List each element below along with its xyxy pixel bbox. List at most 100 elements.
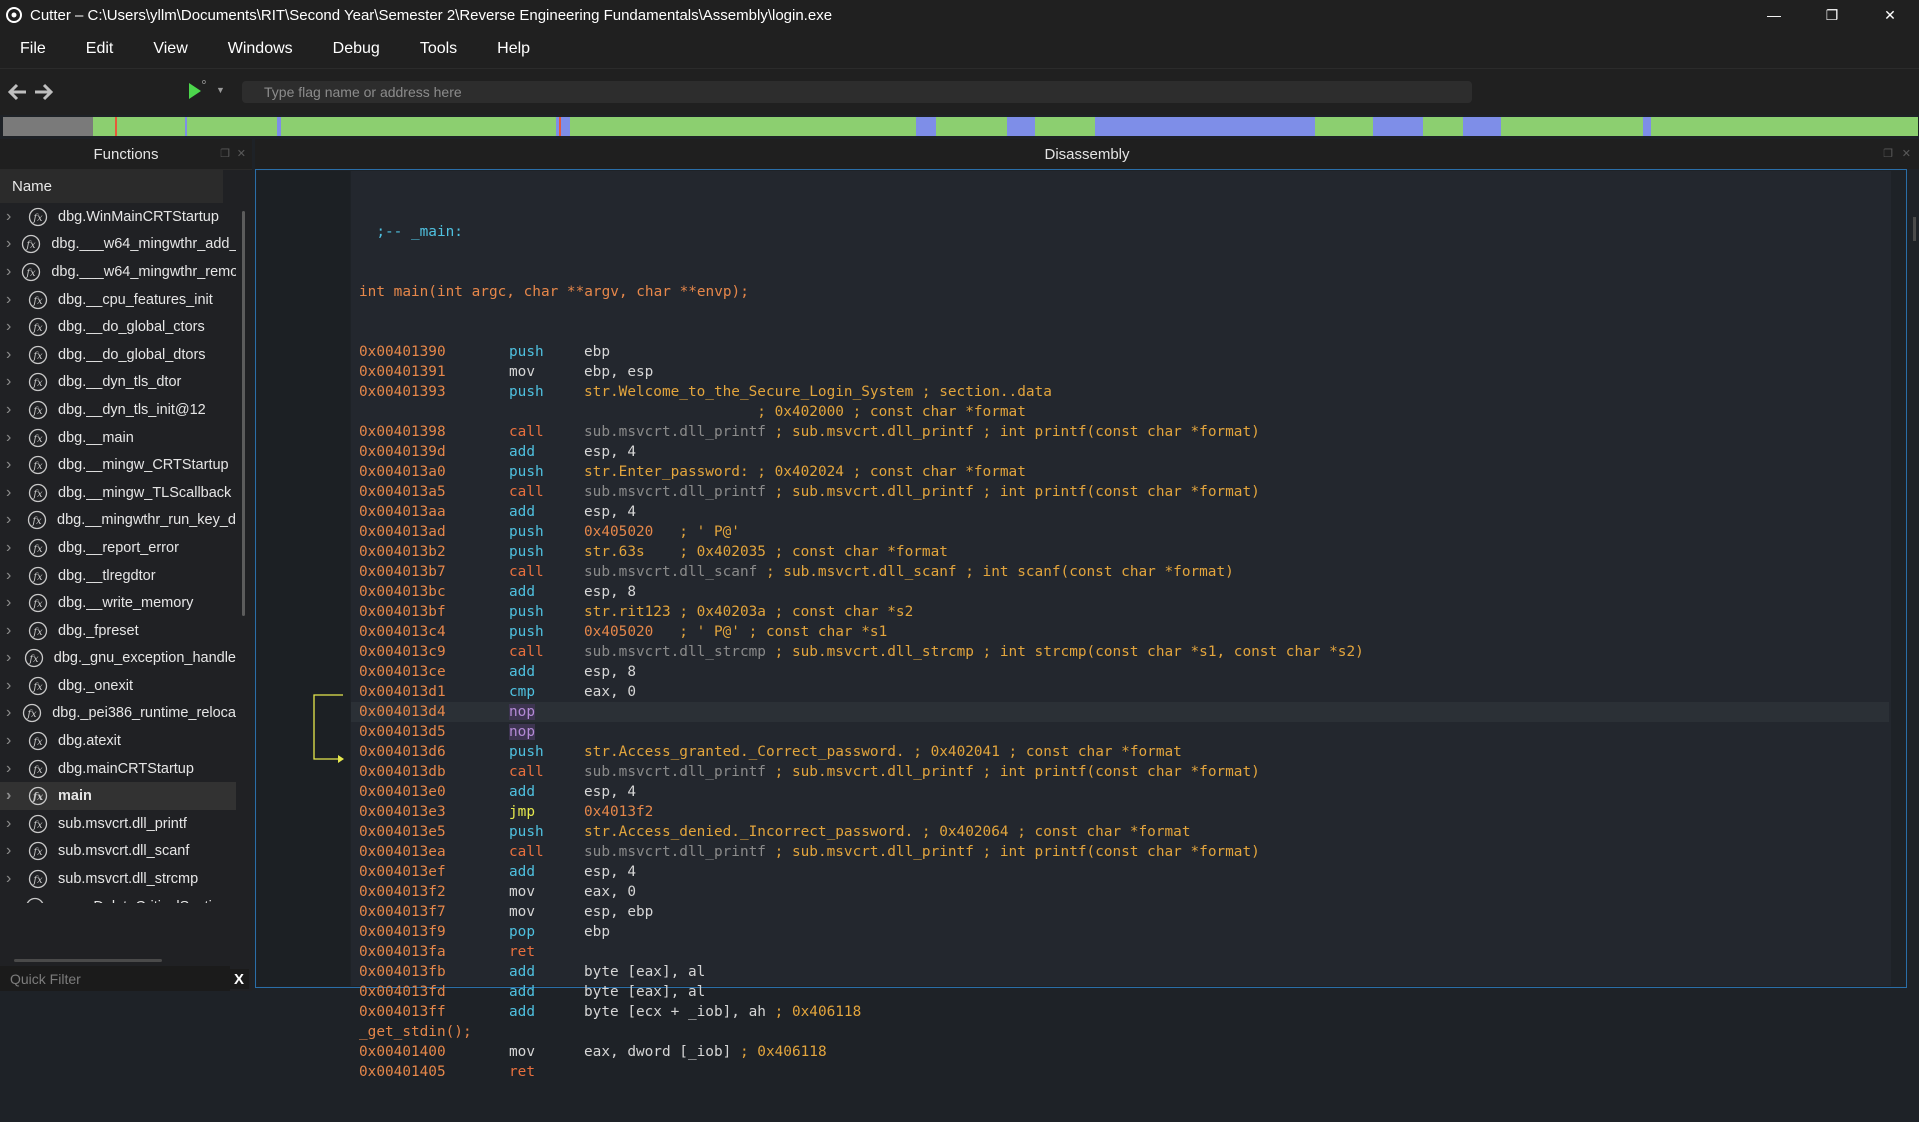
function-list-item[interactable]: ›fxdbg._gnu_exception_handle	[0, 645, 236, 673]
chevron-right-icon[interactable]: ›	[6, 263, 11, 281]
function-list-item[interactable]: ›fxdbg.___w64_mingwthr_remo	[0, 258, 236, 286]
chevron-right-icon[interactable]: ›	[6, 594, 18, 612]
chevron-right-icon[interactable]: ›	[6, 456, 18, 474]
instruction-line[interactable]: 0x004013f2moveax, 0	[359, 882, 1889, 902]
menu-file[interactable]: File	[0, 40, 66, 58]
function-list-item[interactable]: ›fxdbg.mainCRTStartup	[0, 755, 236, 783]
name-column-header[interactable]: Name	[0, 170, 223, 203]
instruction-line[interactable]: 0x004013d1cmpeax, 0	[359, 682, 1889, 702]
chevron-right-icon[interactable]: ›	[6, 787, 18, 805]
function-list-item[interactable]: ›fxdbg.__mingw_CRTStartup	[0, 451, 236, 479]
function-list-item[interactable]: ›fxdbg.atexit	[0, 727, 236, 755]
function-list-item[interactable]: ›fxsym._DeleteCriticalSection_	[0, 893, 236, 903]
function-list-item[interactable]: ›fxdbg.___w64_mingwthr_add_	[0, 231, 236, 259]
function-list-item[interactable]: ›fxdbg.__mingw_TLScallback	[0, 479, 236, 507]
instruction-line[interactable]: 0x00401405ret	[359, 1062, 1889, 1082]
chevron-right-icon[interactable]: ›	[6, 373, 18, 391]
function-list-item[interactable]: ›fxdbg.__mingwthr_run_key_d	[0, 507, 236, 535]
menu-edit[interactable]: Edit	[66, 40, 134, 58]
float-panel-icon[interactable]: ❐	[220, 147, 230, 160]
instruction-line[interactable]: 0x004013e3jmp0x4013f2	[359, 802, 1889, 822]
instruction-line[interactable]: 0x004013aaaddesp, 4	[359, 502, 1889, 522]
float-panel-icon[interactable]: ❐	[1883, 147, 1893, 160]
function-list-item[interactable]: ›fxdbg._fpreset	[0, 617, 236, 645]
chevron-right-icon[interactable]: ›	[6, 732, 18, 750]
instruction-line[interactable]: 0x004013eacallsub.msvcrt.dll_printf ; su…	[359, 842, 1889, 862]
function-list-item[interactable]: ›fxdbg.__do_global_dtors	[0, 341, 236, 369]
function-list-item[interactable]: ›fxmain	[0, 782, 236, 810]
chevron-right-icon[interactable]: ›	[6, 208, 18, 226]
function-list-item[interactable]: ›fxdbg.__main	[0, 424, 236, 452]
instruction-line[interactable]: 0x004013d4nop	[351, 702, 1889, 722]
instruction-line[interactable]: 0x00401400moveax, dword [_iob] ; 0x40611…	[359, 1042, 1889, 1062]
flag-search-input[interactable]	[242, 81, 1472, 103]
function-list-item[interactable]: ›fxdbg.WinMainCRTStartup	[0, 203, 236, 231]
close-panel-icon[interactable]: ✕	[1902, 147, 1911, 160]
chevron-right-icon[interactable]: ›	[6, 760, 18, 778]
chevron-right-icon[interactable]: ›	[6, 898, 15, 903]
instruction-line[interactable]: 0x004013adpush0x405020 ; ' P@'	[359, 522, 1889, 542]
chevron-right-icon[interactable]: ›	[6, 567, 18, 585]
function-list-item[interactable]: ›fxdbg.__report_error	[0, 534, 236, 562]
function-list-item[interactable]: ›fxdbg.__tlregdtor	[0, 562, 236, 590]
function-call-line[interactable]: _get_stdin();	[359, 1022, 1889, 1042]
chevron-right-icon[interactable]: ›	[6, 539, 18, 557]
chevron-right-icon[interactable]: ›	[6, 815, 18, 833]
disassembly-scrollbar[interactable]	[1913, 217, 1916, 241]
instruction-line[interactable]: 0x004013e0addesp, 4	[359, 782, 1889, 802]
instruction-line[interactable]: 0x004013ffaddbyte [ecx + _iob], ah ; 0x4…	[359, 1002, 1889, 1022]
function-list-item[interactable]: ›fxdbg.__dyn_tls_dtor	[0, 369, 236, 397]
chevron-right-icon[interactable]: ›	[6, 677, 18, 695]
chevron-right-icon[interactable]: ›	[6, 622, 18, 640]
functions-scrollbar[interactable]	[242, 211, 245, 616]
instruction-line[interactable]: 0x004013f7movesp, ebp	[359, 902, 1889, 922]
chevron-right-icon[interactable]: ›	[6, 318, 18, 336]
instruction-line[interactable]: 0x00401390pushebp	[359, 342, 1889, 362]
instruction-line[interactable]: 0x004013b7callsub.msvcrt.dll_scanf ; sub…	[359, 562, 1889, 582]
quick-filter-input[interactable]	[0, 966, 230, 991]
menu-help[interactable]: Help	[477, 40, 550, 58]
functions-horizontal-scrollbar[interactable]	[14, 959, 162, 962]
menu-debug[interactable]: Debug	[313, 40, 400, 58]
instruction-line[interactable]: 0x004013fbaddbyte [eax], al	[359, 962, 1889, 982]
menu-view[interactable]: View	[133, 40, 207, 58]
instruction-line[interactable]: ; 0x402000 ; const char *format	[359, 402, 1889, 422]
instruction-line[interactable]: 0x004013bcaddesp, 8	[359, 582, 1889, 602]
function-list-item[interactable]: ›fxdbg.__write_memory	[0, 589, 236, 617]
function-list-item[interactable]: ›fxdbg.__dyn_tls_init@12	[0, 396, 236, 424]
instruction-line[interactable]: 0x004013d5nop	[359, 722, 1889, 742]
minimize-button[interactable]: —	[1745, 0, 1803, 30]
instruction-line[interactable]: 0x00401398callsub.msvcrt.dll_printf ; su…	[359, 422, 1889, 442]
close-button[interactable]: ✕	[1861, 0, 1919, 30]
instruction-line[interactable]: 0x004013d6pushstr.Access_granted._Correc…	[359, 742, 1889, 762]
instruction-line[interactable]: 0x004013e5pushstr.Access_denied._Incorre…	[359, 822, 1889, 842]
chevron-right-icon[interactable]: ›	[6, 429, 18, 447]
disassembly-code[interactable]: ;-- _main: int main(int argc, char **arg…	[359, 182, 1889, 1122]
instruction-line[interactable]: 0x004013efaddesp, 4	[359, 862, 1889, 882]
arrow-right-icon[interactable]	[33, 81, 55, 103]
instruction-line[interactable]: 0x00401393pushstr.Welcome_to_the_Secure_…	[359, 382, 1889, 402]
chevron-right-icon[interactable]: ›	[6, 870, 18, 888]
chevron-right-icon[interactable]: ›	[6, 511, 17, 529]
maximize-button[interactable]: ❐	[1803, 0, 1861, 30]
instruction-line[interactable]: 0x00401391movebp, esp	[359, 362, 1889, 382]
arrow-left-icon[interactable]	[6, 81, 28, 103]
overview-bar[interactable]	[3, 117, 1918, 136]
chevron-right-icon[interactable]: ›	[6, 649, 14, 667]
chevron-right-icon[interactable]: ›	[6, 484, 18, 502]
function-list-item[interactable]: ›fxsub.msvcrt.dll_strcmp	[0, 865, 236, 893]
instruction-line[interactable]: 0x0040139daddesp, 4	[359, 442, 1889, 462]
function-list-item[interactable]: ›fxsub.msvcrt.dll_printf	[0, 810, 236, 838]
instruction-line[interactable]: 0x004013fdaddbyte [eax], al	[359, 982, 1889, 1002]
instruction-line[interactable]: 0x004013faret	[359, 942, 1889, 962]
instruction-line[interactable]: 0x004013dbcallsub.msvcrt.dll_printf ; su…	[359, 762, 1889, 782]
menu-tools[interactable]: Tools	[400, 40, 477, 58]
instruction-line[interactable]: 0x004013f9popebp	[359, 922, 1889, 942]
instruction-line[interactable]: 0x004013c4push0x405020 ; ' P@' ; const c…	[359, 622, 1889, 642]
instruction-line[interactable]: 0x004013b2pushstr.63s ; 0x402035 ; const…	[359, 542, 1889, 562]
function-list-item[interactable]: ›fxdbg._onexit	[0, 672, 236, 700]
chevron-down-icon[interactable]: ▼	[216, 85, 225, 95]
instruction-line[interactable]: 0x004013c9callsub.msvcrt.dll_strcmp ; su…	[359, 642, 1889, 662]
function-list-item[interactable]: ›fxdbg._pei386_runtime_reloca	[0, 700, 236, 728]
chevron-right-icon[interactable]: ›	[6, 401, 18, 419]
